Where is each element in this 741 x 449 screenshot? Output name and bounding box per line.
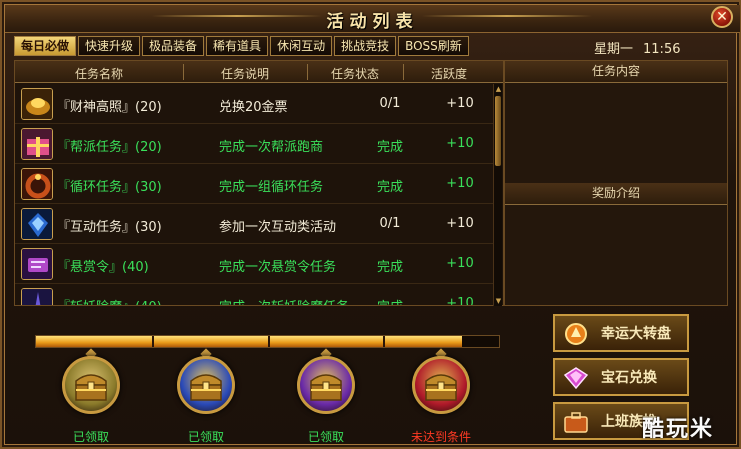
tab-1[interactable]: 每日必做: [14, 36, 77, 56]
header-task-status: 任务状态: [330, 67, 379, 81]
tab-2[interactable]: 快速升级: [78, 36, 141, 56]
task-desc: 完成一次斩妖除魔任务: [219, 296, 349, 305]
scroll-thumb[interactable]: [495, 96, 501, 166]
table-row[interactable]: 『互动任务』(30) 参加一次互动类活动 0/1 +10: [15, 204, 495, 244]
header-task-name: 任务名称: [74, 67, 123, 81]
tab-5[interactable]: 休闲互动: [270, 36, 333, 56]
task-detail-panel: 任务内容 奖励介绍: [504, 60, 728, 306]
table-row[interactable]: 『斩妖除魔』(40) 完成一次斩妖除魔任务 完成 +10: [15, 284, 495, 306]
reward-header: 奖励介绍: [505, 183, 727, 205]
chest-status-label: 已领取: [187, 430, 224, 444]
table-row[interactable]: 『悬赏令』(40) 完成一次悬赏令任务 完成 +10: [15, 244, 495, 284]
gift-box-icon: [21, 128, 53, 160]
task-table: 任务名称 任务说明 任务状态 活跃度 『财神高照』(20) 兑换20金票 0/1 +1…: [14, 60, 504, 306]
scroll-up-icon[interactable]: ▲: [494, 85, 503, 93]
scroll-down-icon[interactable]: ▼: [494, 297, 503, 305]
clock: 星期一 11:56: [594, 38, 680, 57]
task-activity: +10: [446, 136, 474, 151]
task-activity: +10: [446, 216, 474, 231]
chest-status-label: 已领取: [307, 430, 344, 444]
tab-bar: 每日必做 快速升级 极品装备 稀有道具 休闲互动 挑战竞技 BOSS刷新: [14, 36, 469, 56]
ring-icon: [21, 168, 53, 200]
task-list: 『财神高照』(20) 兑换20金票 0/1 +10 『帮派任务』(20) 完成一次帮派跑商…: [15, 84, 495, 306]
task-name: 『悬赏令』(40): [57, 260, 149, 275]
treasure-chest-icon[interactable]: [177, 356, 235, 414]
task-activity: +10: [446, 176, 474, 191]
treasure-chest-icon[interactable]: [412, 356, 470, 414]
clock-weekday: 星期一: [594, 42, 634, 57]
task-activity: +10: [446, 96, 474, 111]
action-label: 宝石兑换: [601, 370, 657, 386]
task-name: 『帮派任务』(20): [57, 140, 162, 155]
tab-7[interactable]: BOSS刷新: [398, 36, 469, 56]
task-content-body: [505, 83, 727, 183]
table-row[interactable]: 『循环任务』(30) 完成一组循环任务 完成 +10: [15, 164, 495, 204]
treasure-chest-icon[interactable]: [62, 356, 120, 414]
task-name: 『财神高照』(20): [57, 100, 162, 115]
scroll-icon: [21, 248, 53, 280]
task-desc: 完成一次悬赏令任务: [219, 260, 337, 275]
action-label: 幸运大转盘: [601, 326, 671, 342]
task-status: 完成: [376, 180, 403, 195]
task-list-scrollbar[interactable]: ▲ ▼: [493, 84, 502, 306]
tab-3[interactable]: 极品装备: [142, 36, 205, 56]
crystal-icon: [21, 208, 53, 240]
tab-4[interactable]: 稀有道具: [206, 36, 269, 56]
task-name: 『循环任务』(30): [57, 180, 162, 195]
tab-6[interactable]: 挑战竞技: [334, 36, 397, 56]
watermark: 酷玩米: [642, 417, 715, 442]
task-activity: +10: [446, 296, 474, 306]
action-button-1[interactable]: 幸运大转盘: [553, 314, 689, 352]
clock-time: 11:56: [643, 42, 681, 57]
table-header: 任务名称 任务说明 任务状态 活跃度: [15, 61, 503, 83]
chest-status-label: 未达到条件: [410, 430, 471, 444]
task-activity: +10: [446, 256, 474, 271]
task-status: 0/1: [379, 216, 401, 231]
sword-icon: [21, 288, 53, 305]
close-icon[interactable]: ✕: [711, 6, 733, 28]
progress-segment-divider: [383, 336, 386, 347]
gold-ingot-icon: [21, 88, 53, 120]
briefcase-icon: [563, 410, 589, 434]
activity-list-window: 活动列表 ✕ 每日必做 快速升级 极品装备 稀有道具 休闲互动 挑战竞技 BOSS刷新 星期…: [0, 0, 741, 449]
task-status: 完成: [376, 260, 403, 275]
task-name: 『斩妖除魔』(40): [57, 296, 162, 305]
task-status: 0/1: [379, 96, 401, 111]
header-task-desc: 任务说明: [220, 67, 269, 81]
task-desc: 完成一次帮派跑商: [219, 140, 324, 155]
reward-body: [505, 205, 727, 305]
window-title: 活动列表: [326, 12, 419, 32]
task-name: 『互动任务』(30): [57, 220, 162, 235]
task-status: 完成: [376, 140, 403, 155]
table-row[interactable]: 『帮派任务』(20) 完成一次帮派跑商 完成 +10: [15, 124, 495, 164]
task-content-header: 任务内容: [505, 61, 727, 83]
action-button-2[interactable]: 宝石兑换: [553, 358, 689, 396]
task-status: 完成: [360, 296, 420, 305]
treasure-chest-icon[interactable]: [297, 356, 355, 414]
chest-status-label: 已领取: [72, 430, 109, 444]
wheel-icon: [563, 322, 589, 346]
table-row[interactable]: 『财神高照』(20) 兑换20金票 0/1 +10: [15, 84, 495, 124]
gem-icon: [563, 366, 589, 390]
task-desc: 完成一组循环任务: [219, 180, 324, 195]
task-desc: 兑换20金票: [219, 100, 288, 115]
task-desc: 参加一次互动类活动: [219, 220, 337, 235]
progress-fill: [36, 336, 462, 347]
progress-segment-divider: [267, 336, 270, 347]
header-activity: 活跃度: [430, 67, 467, 81]
activity-progress-bar: [35, 335, 500, 348]
progress-segment-divider: [151, 336, 154, 347]
